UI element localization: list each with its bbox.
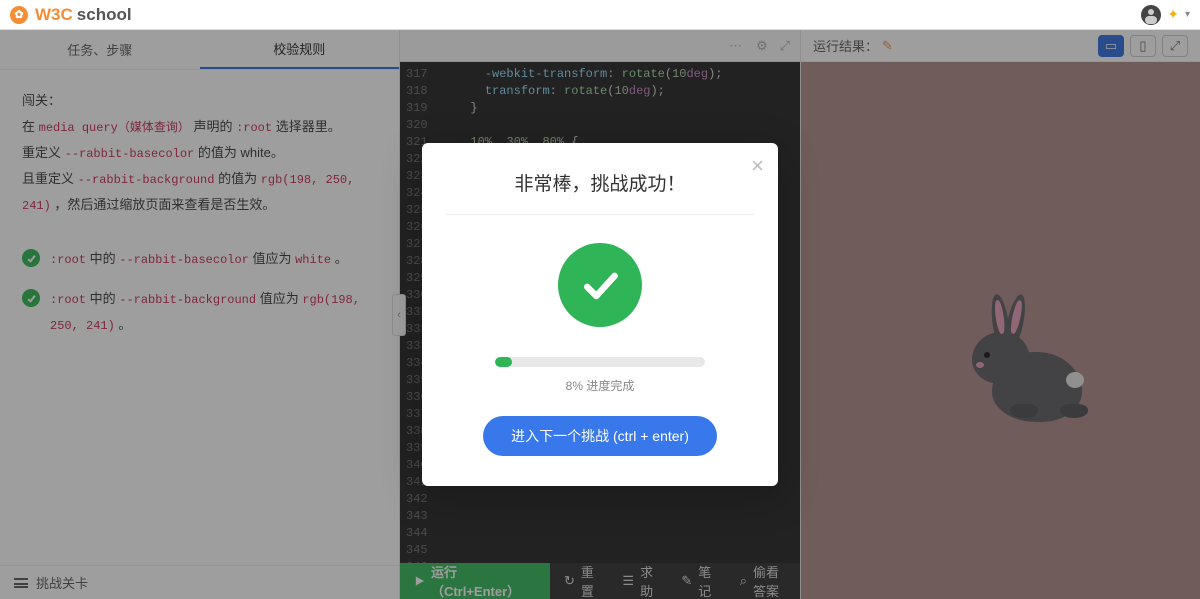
progress-bar bbox=[495, 357, 705, 367]
brand-icon: ✿ bbox=[10, 6, 28, 24]
brand-text-school: school bbox=[77, 5, 132, 25]
close-icon[interactable]: × bbox=[751, 153, 764, 179]
success-check-icon bbox=[558, 243, 642, 327]
brand-text-w3c: W3C bbox=[35, 5, 73, 25]
progress-fill bbox=[495, 357, 512, 367]
modal-title: 非常棒，挑战成功！ bbox=[446, 169, 754, 215]
chevron-down-icon[interactable]: ▾ bbox=[1185, 9, 1190, 20]
next-challenge-button[interactable]: 进入下一个挑战 (ctrl + enter) bbox=[483, 416, 717, 456]
brand-logo[interactable]: ✿ W3Cschool bbox=[10, 5, 132, 25]
main-layout: 任务、步骤 校验规则 闯关： 在 media query（媒体查询） 声明的 :… bbox=[0, 30, 1200, 599]
success-modal: × 非常棒，挑战成功！ 8% 进度完成 进入下一个挑战 (ctrl + ente… bbox=[422, 143, 778, 486]
coin-icon[interactable]: ✦ bbox=[1167, 6, 1179, 23]
progress-text: 8% 进度完成 bbox=[446, 377, 754, 394]
app-header: ✿ W3Cschool ✦ ▾ bbox=[0, 0, 1200, 30]
user-avatar[interactable] bbox=[1141, 5, 1161, 25]
success-overlay: × 非常棒，挑战成功！ 8% 进度完成 进入下一个挑战 (ctrl + ente… bbox=[0, 30, 1200, 599]
